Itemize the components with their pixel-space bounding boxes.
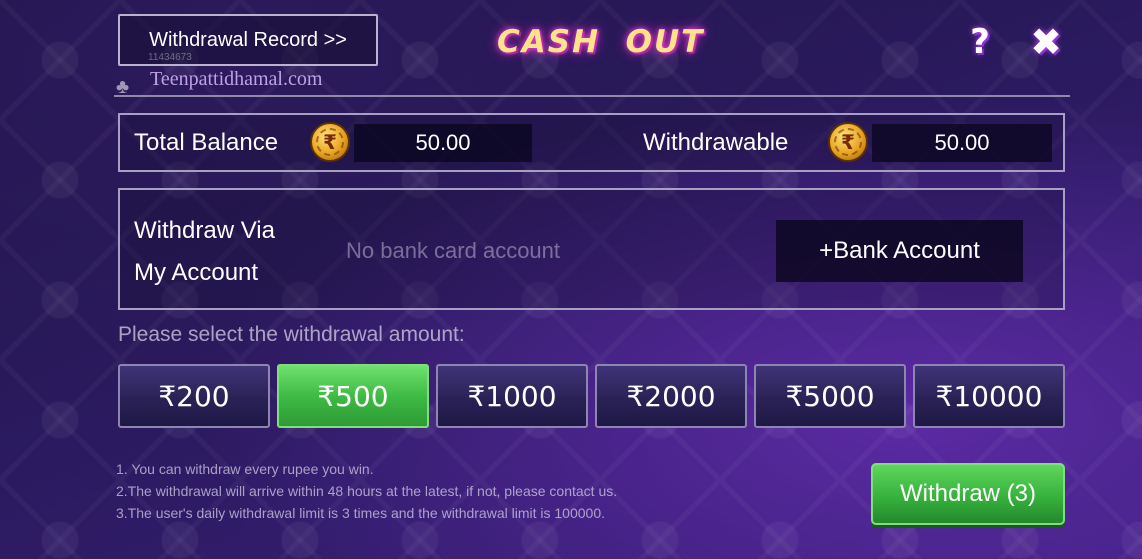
rupee-coin-icon: ₹: [828, 122, 868, 162]
amount-option[interactable]: ₹1000: [436, 364, 588, 428]
page-title: CASH OUT: [497, 24, 705, 60]
withdraw-account-panel: Withdraw Via My Account No bank card acc…: [118, 188, 1065, 310]
close-icon[interactable]: ✖: [1026, 22, 1066, 62]
withdrawable-value: 50.00: [872, 124, 1052, 162]
no-bank-card-text: No bank card account: [346, 238, 561, 263]
amount-option[interactable]: ₹10000: [913, 364, 1065, 428]
amount-option[interactable]: ₹5000: [754, 364, 906, 428]
withdraw-button[interactable]: Withdraw (3): [871, 463, 1065, 525]
total-balance-label: Total Balance: [134, 129, 279, 156]
help-icon[interactable]: ?: [962, 22, 998, 62]
rupee-coin-icon: ₹: [310, 122, 350, 162]
header-divider: [114, 95, 1070, 97]
total-balance-value: 50.00: [354, 124, 532, 162]
withdraw-via-line1: Withdraw Via: [134, 217, 275, 244]
withdrawable-label: Withdrawable: [643, 129, 789, 156]
amount-option[interactable]: ₹200: [118, 364, 270, 428]
note-line: 3.The user's daily withdrawal limit is 3…: [116, 505, 605, 521]
amount-prompt: Please select the withdrawal amount:: [118, 323, 465, 346]
amount-option[interactable]: ₹500: [277, 364, 429, 428]
note-line: 2.The withdrawal will arrive within 48 h…: [116, 483, 618, 499]
amount-option[interactable]: ₹2000: [595, 364, 747, 428]
withdraw-via-label: Withdraw Via My Account: [134, 210, 275, 294]
withdrawal-notes: 1. You can withdraw every rupee you win.…: [116, 458, 617, 524]
note-line: 1. You can withdraw every rupee you win.: [116, 461, 374, 477]
balance-panel: Total Balance ₹ 50.00 Withdrawable ₹ 50.…: [118, 113, 1065, 172]
amount-options: ₹200 ₹500 ₹1000 ₹2000 ₹5000 ₹10000: [118, 364, 1065, 428]
watermark-text: Teenpattidhamal.com: [150, 68, 323, 90]
watermark-id: 11434673: [148, 52, 192, 63]
withdraw-via-line2: My Account: [134, 259, 259, 286]
add-bank-account-button[interactable]: +Bank Account: [776, 220, 1023, 282]
